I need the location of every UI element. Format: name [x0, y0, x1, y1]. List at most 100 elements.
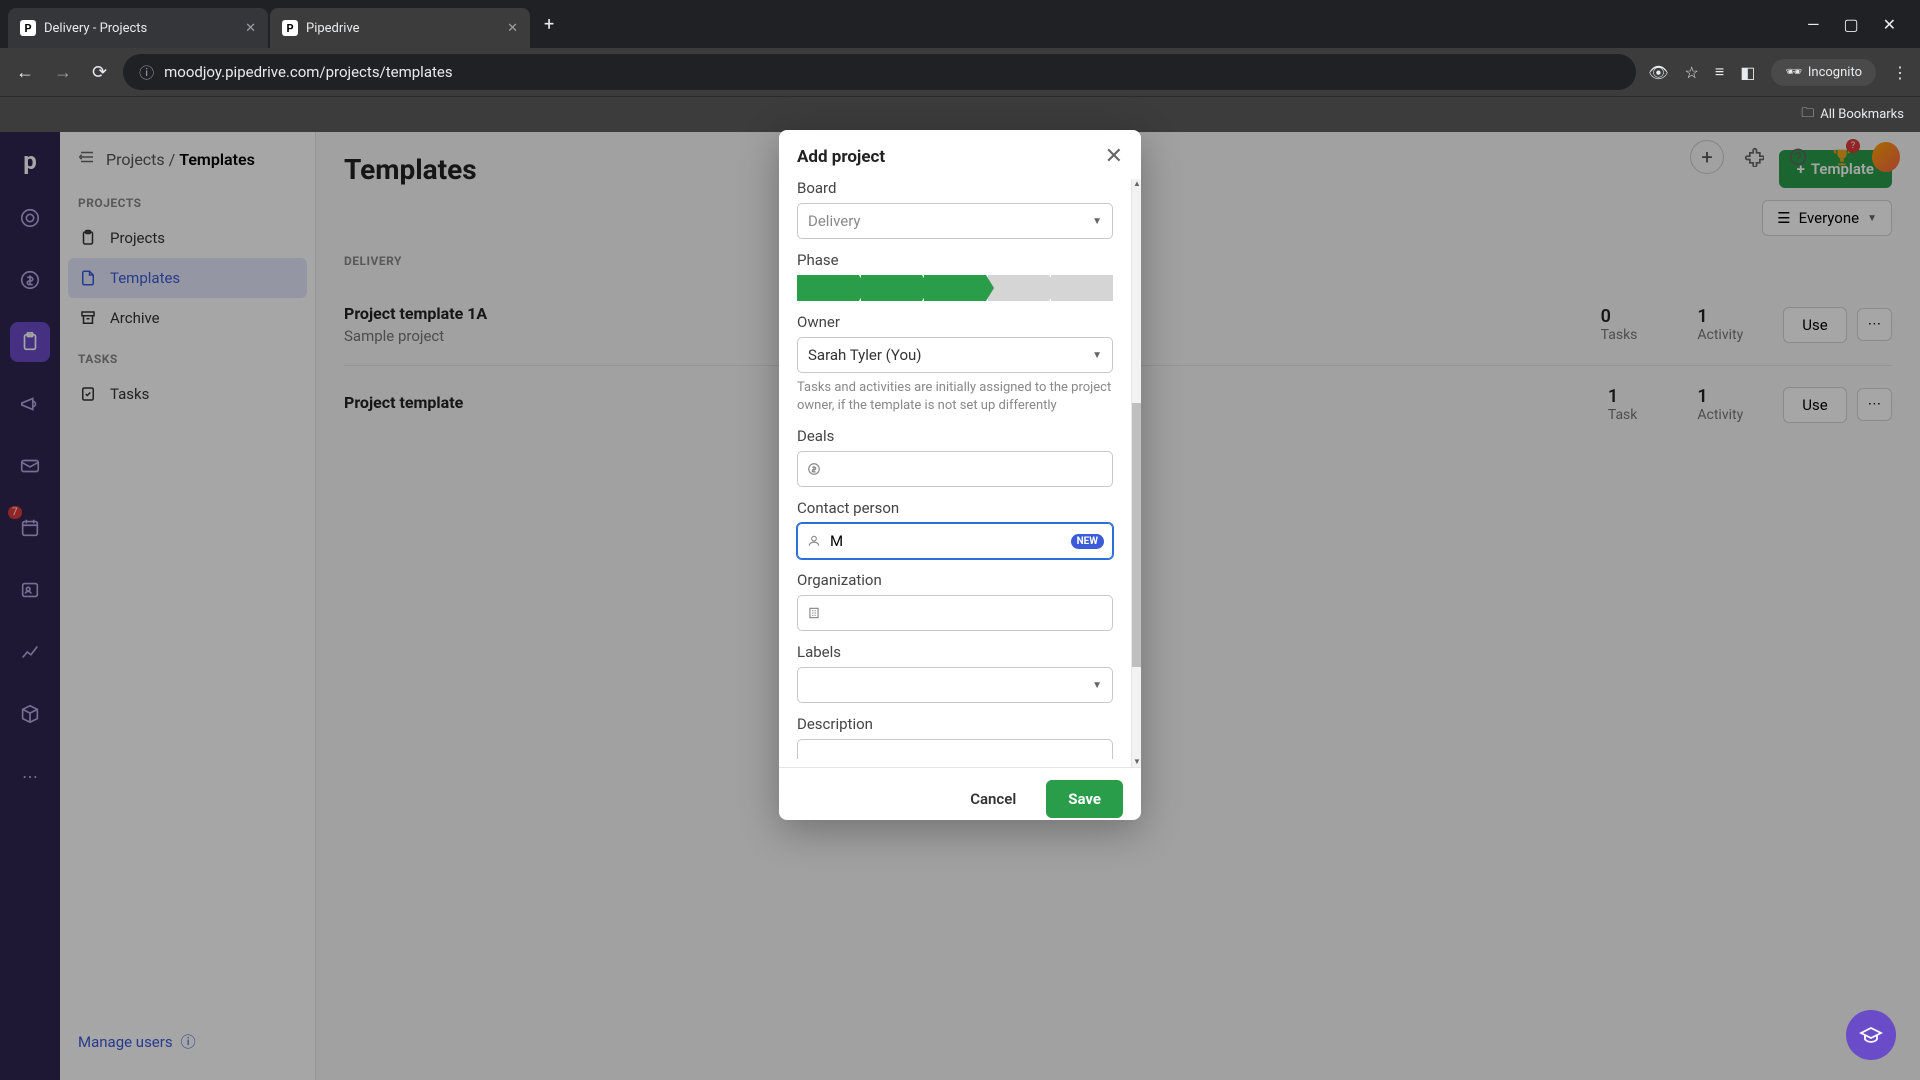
scrollbar-thumb[interactable] [1132, 403, 1141, 668]
board-select[interactable]: Delivery ▼ [797, 203, 1113, 239]
stat-number: 1 [1697, 306, 1743, 327]
rail-more[interactable]: ⋯ [10, 756, 50, 796]
filter-owner-dropdown[interactable]: ☰ Everyone ▼ [1762, 200, 1892, 236]
sidebar-item-archive[interactable]: Archive [60, 298, 315, 338]
url-text: moodjoy.pipedrive.com/projects/templates [164, 63, 453, 81]
board-value: Delivery [808, 212, 861, 230]
site-info-icon[interactable]: ⓘ [139, 62, 154, 83]
org-input[interactable] [797, 595, 1113, 631]
minimize-icon[interactable]: — [1807, 15, 1820, 34]
collapse-nav-icon[interactable] [78, 148, 96, 170]
back-icon[interactable]: ← [12, 58, 38, 87]
rail-contacts[interactable] [10, 570, 50, 610]
deals-input[interactable] [797, 451, 1113, 487]
incognito-label: Incognito [1808, 65, 1862, 80]
modal-body: Board Delivery ▼ Phase Owner Sarah Tyler… [779, 179, 1141, 767]
scrollbar-track[interactable]: ▲ ▼ [1131, 179, 1141, 767]
rail-campaigns[interactable] [10, 384, 50, 424]
person-icon [806, 533, 822, 549]
building-icon [806, 605, 822, 621]
all-bookmarks-label: All Bookmarks [1820, 107, 1904, 122]
playlist-icon[interactable]: ≡ [1715, 62, 1724, 82]
rail-mail[interactable] [10, 446, 50, 486]
app-logo[interactable]: p [15, 146, 45, 176]
incognito-badge[interactable]: 🕶 Incognito [1771, 59, 1876, 86]
maximize-icon[interactable]: ▢ [1843, 15, 1858, 34]
extensions-icon[interactable] [1740, 143, 1768, 171]
description-input[interactable] [797, 739, 1113, 759]
more-button[interactable]: ⋯ [1857, 308, 1892, 341]
template-icon [78, 268, 98, 288]
user-avatar[interactable] [1872, 143, 1900, 171]
rail-activities[interactable]: 7 [10, 508, 50, 548]
phase-selector[interactable] [797, 275, 1113, 301]
target-icon [19, 207, 41, 229]
new-tab-button[interactable]: + [532, 14, 566, 35]
nav-rail: p 7 ⋯ [0, 132, 60, 1080]
phase-segment[interactable] [1051, 275, 1113, 301]
eye-off-icon[interactable]: 👁 [1648, 63, 1668, 82]
tab-title: Pipedrive [306, 21, 360, 36]
close-icon[interactable]: ✕ [245, 21, 256, 36]
org-field[interactable] [830, 604, 1104, 622]
address-bar[interactable]: ⓘ moodjoy.pipedrive.com/projects/templat… [123, 54, 1636, 90]
dollar-icon [806, 461, 822, 477]
panel-icon[interactable]: ◧ [1740, 63, 1755, 82]
contacts-icon [19, 579, 41, 601]
deals-label: Deals [797, 427, 1113, 445]
contact-input[interactable]: NEW [797, 523, 1113, 559]
incognito-icon: 🕶 [1785, 65, 1802, 80]
close-icon[interactable]: ✕ [507, 21, 518, 36]
manage-users-link[interactable]: Manage users ⓘ [60, 1019, 315, 1064]
sidebar-item-label: Templates [110, 269, 180, 287]
deals-field[interactable] [830, 460, 1104, 478]
more-button[interactable]: ⋯ [1857, 388, 1892, 421]
sidebar-item-tasks[interactable]: Tasks [60, 374, 315, 414]
chevron-down-icon: ▼ [1092, 216, 1102, 227]
rail-products[interactable] [10, 694, 50, 734]
browser-tab[interactable]: P Delivery - Projects ✕ [8, 8, 268, 48]
labels-select[interactable]: ▼ [797, 667, 1113, 703]
modal-scrollbar[interactable]: ▲ ▼ [1131, 179, 1141, 767]
contact-field[interactable] [830, 532, 1063, 550]
owner-select[interactable]: Sarah Tyler (You) ▼ [797, 337, 1113, 373]
help-icon[interactable] [1784, 143, 1812, 171]
close-window-icon[interactable]: ✕ [1883, 15, 1896, 34]
clipboard-icon [78, 228, 98, 248]
stat-tasks: 0 Tasks [1601, 306, 1638, 343]
cancel-button[interactable]: Cancel [952, 780, 1034, 818]
scroll-down-icon[interactable]: ▼ [1132, 757, 1142, 767]
rail-insights[interactable] [10, 632, 50, 672]
browser-tab[interactable]: P Pipedrive ✕ [270, 8, 530, 48]
help-fab[interactable] [1846, 1010, 1896, 1060]
star-icon[interactable]: ☆ [1685, 63, 1699, 82]
phase-segment[interactable] [924, 275, 986, 301]
breadcrumb-root[interactable]: Projects [106, 150, 165, 169]
use-button[interactable]: Use [1783, 387, 1846, 423]
chart-icon [19, 641, 41, 663]
chevron-down-icon: ▼ [1092, 680, 1102, 691]
folder-icon: 🗀 [1801, 104, 1814, 126]
all-bookmarks-button[interactable]: 🗀 All Bookmarks [1801, 104, 1904, 126]
menu-icon[interactable]: ⋮ [1892, 63, 1908, 82]
sidebar-item-projects[interactable]: Projects [60, 218, 315, 258]
rail-leads[interactable] [10, 198, 50, 238]
sidebar-item-templates[interactable]: Templates [68, 258, 307, 298]
more-icon: ⋯ [22, 767, 38, 786]
rail-deals[interactable] [10, 260, 50, 300]
forward-icon[interactable]: → [50, 58, 76, 87]
quick-add-button[interactable]: + [1690, 140, 1724, 174]
close-icon[interactable]: ✕ [1105, 144, 1123, 169]
phase-segment[interactable] [861, 275, 923, 301]
gift-icon[interactable]: ? [1828, 143, 1856, 171]
scroll-up-icon[interactable]: ▲ [1132, 179, 1142, 189]
toolbar-right: 👁 ☆ ≡ ◧ 🕶 Incognito ⋮ [1648, 59, 1908, 86]
filter-icon: ☰ [1777, 209, 1790, 227]
phase-segment[interactable] [988, 275, 1050, 301]
notification-badge: 7 [8, 506, 22, 519]
rail-projects[interactable] [10, 322, 50, 362]
phase-segment[interactable] [797, 275, 859, 301]
use-button[interactable]: Use [1783, 307, 1846, 343]
save-button[interactable]: Save [1046, 780, 1123, 818]
reload-icon[interactable]: ⟳ [88, 58, 111, 87]
